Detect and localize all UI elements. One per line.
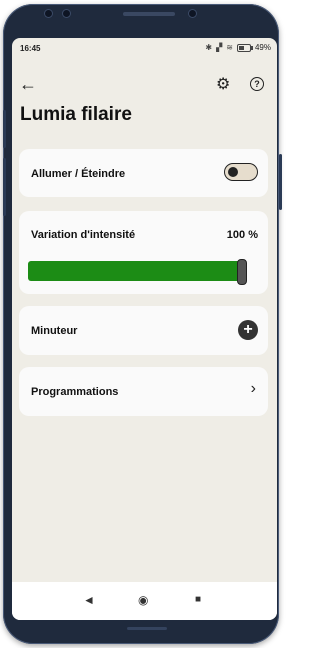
schedules-label: Programmations [31,386,119,398]
slider-fill [28,261,241,281]
nav-recents-icon[interactable]: ■ [195,594,201,605]
settings-gear-icon[interactable]: ⚙ [216,74,230,94]
volume-up-button [3,110,6,148]
power-label: Allumer / Éteindre [31,168,126,180]
page-title: Lumia filaire [20,104,132,125]
power-card: Allumer / Éteindre [19,149,268,197]
dimmer-slider[interactable] [28,259,247,285]
toggle-knob [228,167,238,177]
status-icons: ✱ ▞ ≋ 49% [205,43,271,52]
bluetooth-icon: ✱ [205,43,213,52]
back-arrow-icon[interactable]: ← [19,74,37,95]
power-toggle[interactable] [224,163,258,181]
toolbar: ← ⚙ ? [12,74,277,96]
nav-back-icon[interactable]: ◄ [83,593,95,607]
screen: 16:45 ✱ ▞ ≋ 49% ← ⚙ ? Lumia filaire Allu… [12,38,277,620]
battery-percent: 49% [254,43,271,52]
help-icon[interactable]: ? [250,77,264,91]
battery-fill [238,45,244,50]
dimmer-card: Variation d'intensité 100 % [19,211,268,294]
wifi-icon: ≋ [226,43,233,52]
android-navbar: ◄ ◉ ■ [12,582,277,620]
status-bar: 16:45 ✱ ▞ ≋ 49% [12,38,277,60]
dimmer-label: Variation d'intensité [31,229,136,241]
front-camera [45,10,52,17]
front-camera-2 [189,10,196,17]
add-timer-plus-icon[interactable]: + [238,320,258,340]
dimmer-value: 100 % [226,229,258,241]
timer-card[interactable]: Minuteur + [19,306,268,355]
power-button [279,154,282,210]
volume-down-button [3,158,6,216]
battery-icon [236,43,253,52]
slider-handle[interactable] [237,259,247,285]
chevron-right-icon: › [250,380,256,397]
bottom-speaker [127,627,167,630]
nav-home-icon[interactable]: ◉ [138,593,148,607]
phone-frame: 16:45 ✱ ▞ ≋ 49% ← ⚙ ? Lumia filaire Allu… [3,4,282,644]
sensor [63,10,70,17]
timer-label: Minuteur [31,325,78,337]
schedules-card[interactable]: Programmations › [19,367,268,416]
status-time: 16:45 [20,44,41,53]
signal-icon: ▞ [216,43,223,52]
earpiece-speaker [123,12,175,16]
